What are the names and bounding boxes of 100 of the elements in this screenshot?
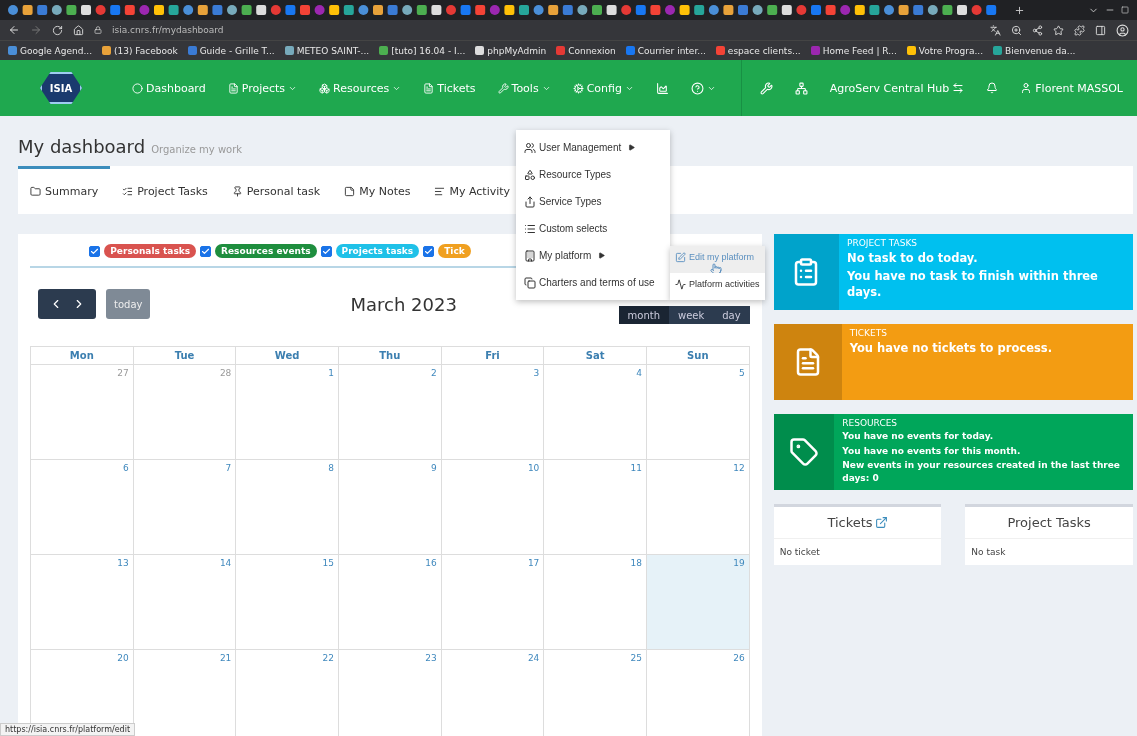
user-icon	[1020, 82, 1033, 94]
calendar-day-cell[interactable]: 10	[441, 460, 545, 555]
menu-item[interactable]: My platform	[516, 242, 670, 269]
day-number: 11	[630, 463, 642, 473]
bookmark-link[interactable]: espace clients...	[715, 45, 801, 56]
share-icon[interactable]	[1032, 24, 1043, 36]
tag-icon	[788, 437, 819, 468]
user-menu[interactable]: Florent MASSOL	[1020, 81, 1123, 95]
filter-checkbox[interactable]	[423, 245, 435, 257]
back-icon[interactable]	[8, 24, 20, 36]
maximize-icon[interactable]	[1121, 6, 1129, 14]
notifications-icon[interactable]	[986, 82, 999, 94]
submenu-item[interactable]: Edit my platform	[670, 246, 765, 273]
calendar-day-cell[interactable]: 2	[339, 365, 442, 460]
calendar-day-cell[interactable]: 15	[236, 555, 339, 650]
day-number: 9	[430, 463, 437, 473]
calendar-day-cell[interactable]: 16	[339, 555, 442, 650]
calendar-day-cell[interactable]: 27	[31, 365, 134, 460]
bookmark-link[interactable]: Courrier inter...	[625, 45, 706, 56]
day-number: 26	[733, 653, 745, 663]
day-number: 5	[738, 368, 745, 378]
calendar-day-cell[interactable]: 9	[339, 460, 442, 555]
calendar-day-cell[interactable]: 8	[236, 460, 339, 555]
nav-menu-item[interactable]: Resources	[319, 81, 402, 95]
view-button[interactable]: week	[669, 306, 714, 324]
bookmark-favicon-icon	[8, 46, 17, 55]
calendar-day-cell[interactable]: 13	[31, 555, 134, 650]
calendar-day-cell[interactable]: 5	[647, 365, 750, 460]
day-number: 25	[630, 653, 642, 663]
nav-menu-item[interactable]	[690, 81, 716, 95]
day-number: 14	[219, 558, 232, 568]
zoom-icon[interactable]	[1011, 24, 1022, 36]
calendar-day-cell[interactable]: 14	[133, 555, 237, 650]
menu-item[interactable]: User Management	[516, 134, 670, 161]
home-icon[interactable]	[73, 24, 84, 36]
calendar-day-cell[interactable]: 1	[236, 365, 339, 460]
prev-next-buttons[interactable]	[38, 289, 96, 319]
view-button[interactable]: day	[713, 306, 750, 324]
calendar-day-cell[interactable]: 6	[31, 460, 134, 555]
nav-menu-item[interactable]: Tickets	[423, 81, 476, 95]
bookmark-favicon-icon	[993, 46, 1003, 55]
panel-title: Tickets	[827, 515, 873, 531]
submenu-item[interactable]: Platform activities	[670, 273, 765, 300]
filter-checkbox[interactable]	[320, 245, 332, 257]
isia-logo[interactable]: ISIA	[40, 72, 82, 104]
calendar-day-cell[interactable]: 28	[133, 365, 237, 460]
calendar-day-cell[interactable]: 11	[544, 460, 647, 555]
bookmark-link[interactable]: Votre Progra...	[906, 45, 984, 56]
dashboard-tab[interactable]: Project Tasks	[110, 166, 220, 214]
today-button[interactable]: today	[106, 289, 151, 319]
calendar-day-cell[interactable]: 17	[441, 555, 545, 650]
day-number: 7	[225, 463, 232, 473]
calendar-day-cell[interactable]: 12	[647, 460, 750, 555]
profile-icon[interactable]	[1116, 23, 1129, 37]
reload-icon[interactable]	[52, 24, 63, 36]
menu-item[interactable]: Charters and terms of use	[516, 269, 670, 296]
bookmark-link[interactable]: Google Agend...	[8, 45, 92, 56]
filter-checkbox[interactable]	[89, 245, 101, 257]
filter-checkbox[interactable]	[200, 245, 212, 257]
info-box-text: You have no tickets to process.	[849, 340, 1052, 357]
wrench-icon[interactable]	[759, 81, 773, 95]
page-subtitle: Organize my work	[151, 144, 243, 155]
menu-item[interactable]: Custom selects	[516, 215, 670, 242]
translate-icon[interactable]	[990, 24, 1001, 36]
boxes-icon	[319, 82, 331, 94]
side-panel-icon[interactable]	[1095, 24, 1106, 36]
bookmark-link[interactable]: (13) Facebook	[102, 45, 178, 56]
nav-menu-item[interactable]: Dashboard	[132, 81, 206, 95]
bookmark-link[interactable]: Guide - Grille T...	[187, 45, 275, 56]
star-icon[interactable]	[1053, 24, 1064, 36]
hub-switch-link[interactable]: AgroServ Central Hub	[829, 81, 965, 95]
bookmark-link[interactable]: Connexion	[556, 45, 616, 56]
dashboard-tab[interactable]: Personal task	[219, 166, 333, 214]
new-tab-icon[interactable]	[1014, 4, 1025, 16]
checklist-icon	[122, 186, 134, 197]
nav-menu-item[interactable]: Config	[572, 81, 634, 95]
bookmark-link[interactable]: Bienvenue da...	[993, 45, 1076, 56]
external-link-icon[interactable]	[874, 516, 888, 530]
bookmark-link[interactable]: phpMyAdmin	[475, 45, 547, 56]
nav-menu-item[interactable]: Tools	[497, 81, 551, 95]
bookmark-link[interactable]: Home Feed | R...	[810, 45, 897, 56]
nav-menu-item[interactable]: Projects	[227, 81, 298, 95]
calendar-day-cell[interactable]: 19	[647, 555, 750, 650]
calendar-day-cell[interactable]: 4	[544, 365, 647, 460]
bookmark-favicon-icon	[102, 46, 111, 55]
day-number: 2	[430, 368, 437, 378]
view-button[interactable]: month	[618, 306, 669, 324]
day-number: 15	[322, 558, 334, 568]
calendar-day-cell[interactable]: 3	[441, 365, 545, 460]
nav-menu-item[interactable]	[655, 81, 669, 95]
circle-icon	[132, 82, 143, 94]
calendar-day-cell[interactable]: 18	[544, 555, 647, 650]
status-url-tooltip: https://isia.cnrs.fr/platform/edit	[0, 723, 136, 736]
dashboard-tab[interactable]: My Notes	[332, 166, 423, 214]
sitemap-icon[interactable]	[794, 81, 808, 95]
help-icon	[690, 81, 704, 95]
bookmark-link[interactable]: [tuto] 16.04 - I...	[379, 45, 466, 56]
bookmark-link[interactable]: METEO SAINT-...	[284, 45, 370, 56]
puzzle-icon[interactable]	[1074, 24, 1085, 36]
calendar-day-cell[interactable]: 7	[133, 460, 237, 555]
